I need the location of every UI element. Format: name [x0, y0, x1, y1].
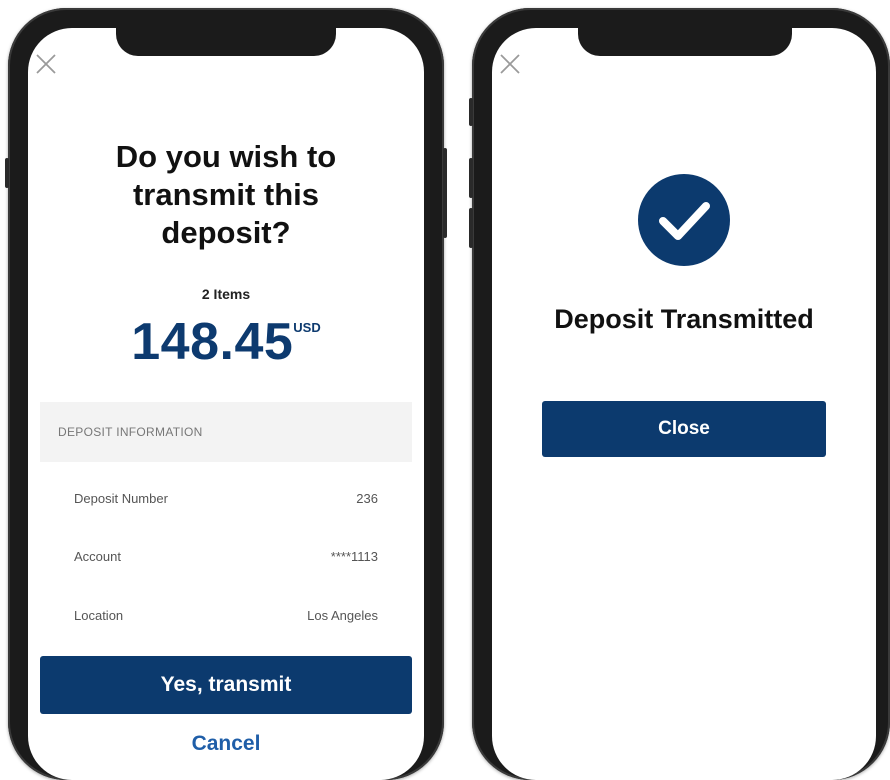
phone-success: Deposit Transmitted Close [469, 8, 890, 780]
info-label: Account [74, 549, 121, 564]
deposit-amount: 148.45USD [28, 312, 424, 372]
title-line: transmit this [132, 177, 320, 212]
info-label: Deposit Number [74, 491, 168, 506]
phone-side-button [469, 208, 473, 248]
amount-value: 148.45 [131, 313, 294, 371]
items-count: 2 Items [201, 286, 251, 302]
phone-side-button [469, 98, 473, 126]
confirm-screen: Do you wish to transmit this deposit? 2 … [28, 28, 424, 780]
title-line: Do you wish to [115, 139, 337, 174]
phone-side-button [5, 158, 9, 188]
close-icon[interactable] [34, 52, 58, 76]
section-header-label: DEPOSIT INFORMATION [58, 425, 203, 439]
check-circle-icon [638, 174, 730, 266]
info-value: ****1113 [330, 549, 378, 564]
page-title: Do you wish to transmit this deposit? [28, 138, 424, 252]
currency-label: USD [293, 320, 321, 335]
success-screen: Deposit Transmitted Close [492, 28, 876, 780]
cancel-link[interactable]: Cancel [28, 732, 424, 756]
close-icon[interactable] [498, 52, 522, 76]
success-title: Deposit Transmitted [554, 304, 814, 334]
close-button[interactable]: Close [542, 401, 826, 457]
deposit-info-header: DEPOSIT INFORMATION [40, 402, 412, 462]
stage: Do you wish to transmit this deposit? 2 … [0, 0, 890, 780]
phone-notch [578, 28, 792, 56]
phone-notch [116, 28, 336, 56]
title-line: deposit? [161, 215, 291, 250]
info-value: 236 [356, 491, 378, 506]
yes-transmit-button[interactable]: Yes, transmit [40, 656, 412, 714]
phone-side-button [443, 148, 447, 238]
phone-side-button [469, 158, 473, 198]
phone-confirm: Do you wish to transmit this deposit? 2 … [5, 8, 447, 780]
info-value: Los Angeles [307, 608, 378, 623]
info-label: Location [74, 608, 124, 623]
